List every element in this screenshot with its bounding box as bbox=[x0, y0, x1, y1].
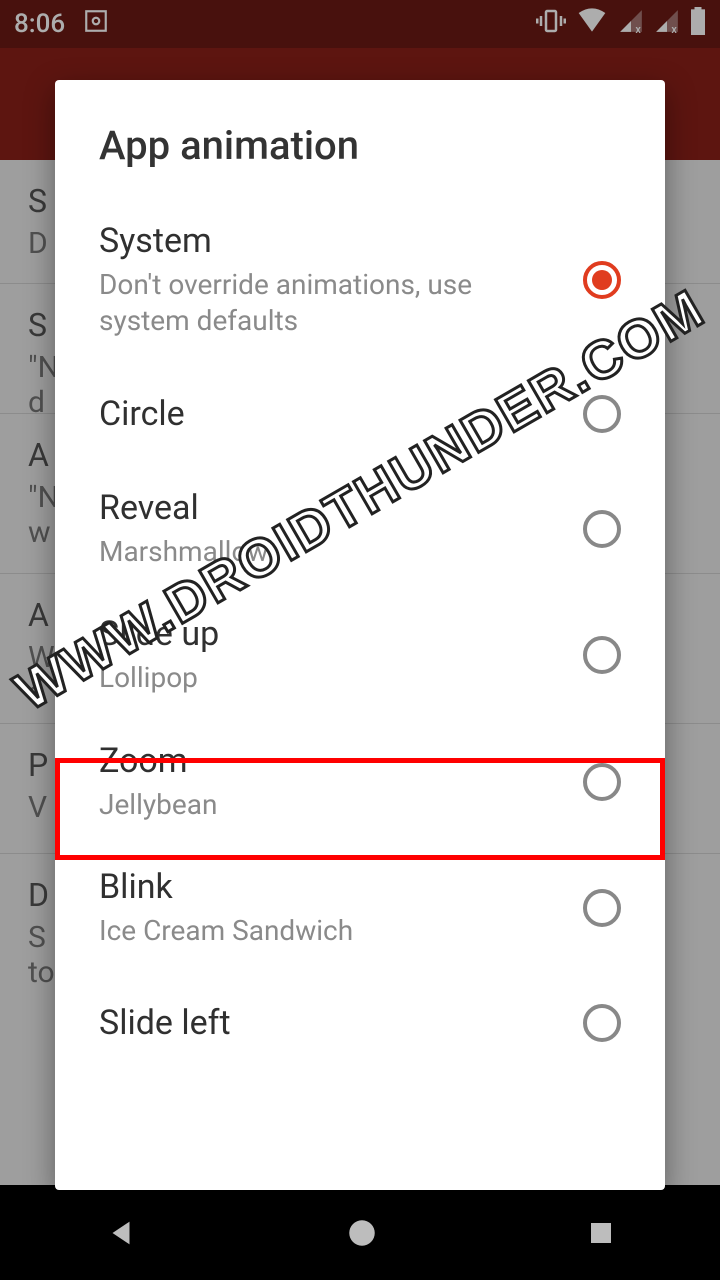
option-label: Blink bbox=[99, 867, 563, 907]
nav-recent-icon[interactable] bbox=[586, 1218, 616, 1252]
option-sub: Ice Cream Sandwich bbox=[99, 913, 563, 949]
nav-back-icon[interactable] bbox=[104, 1216, 138, 1254]
radio-icon bbox=[583, 763, 621, 801]
option-sub: Jellybean bbox=[99, 787, 563, 823]
radio-icon bbox=[583, 1004, 621, 1042]
nav-home-icon[interactable] bbox=[345, 1216, 379, 1254]
dialog-title: App animation bbox=[55, 122, 665, 199]
option-zoom[interactable]: Zoom Jellybean bbox=[55, 719, 665, 845]
radio-icon bbox=[583, 636, 621, 674]
radio-icon bbox=[583, 261, 621, 299]
radio-icon bbox=[583, 510, 621, 548]
option-label: System bbox=[99, 221, 563, 261]
option-label: Slide left bbox=[99, 1003, 563, 1043]
option-sub: Lollipop bbox=[99, 660, 563, 696]
option-label: Zoom bbox=[99, 741, 563, 781]
radio-icon bbox=[583, 889, 621, 927]
option-blink[interactable]: Blink Ice Cream Sandwich bbox=[55, 845, 665, 971]
navigation-bar bbox=[0, 1190, 720, 1280]
option-slide-left[interactable]: Slide left bbox=[55, 971, 665, 1075]
option-system[interactable]: System Don't override animations, use sy… bbox=[55, 199, 665, 362]
option-sub: Don't override animations, use system de… bbox=[99, 267, 563, 340]
